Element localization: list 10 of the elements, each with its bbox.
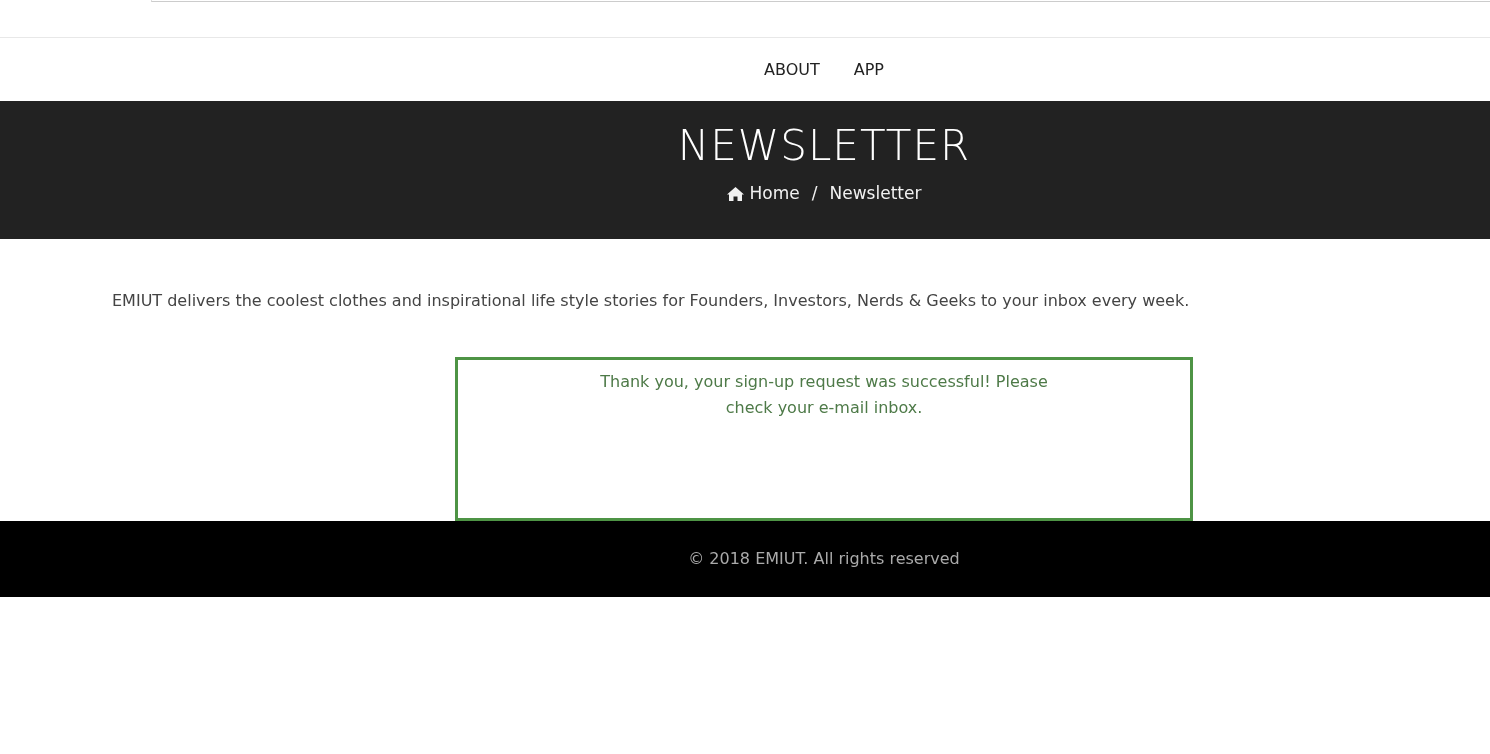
breadcrumb-current: Newsletter bbox=[829, 182, 922, 206]
nav-link[interactable]: APP bbox=[836, 57, 901, 82]
breadcrumb-separator: / bbox=[811, 182, 818, 206]
success-message: Thank you, your sign-up request was successful! Please check your e-mail inbox. bbox=[599, 371, 1049, 419]
breadcrumb-link[interactable]: Home bbox=[749, 181, 800, 207]
home-icon bbox=[726, 187, 744, 202]
intro-paragraph: EMIUT delivers the coolest clothes and inspirational life style stories for Founders, Investors, Nerds & Geeks to your inbox every week. bbox=[112, 290, 1191, 312]
page-title: NEWSLETTER bbox=[677, 121, 971, 172]
nav-link[interactable]: ABOUT bbox=[747, 57, 837, 82]
copyright-text: © 2018 EMIUT. All rights reserved bbox=[688, 548, 960, 570]
